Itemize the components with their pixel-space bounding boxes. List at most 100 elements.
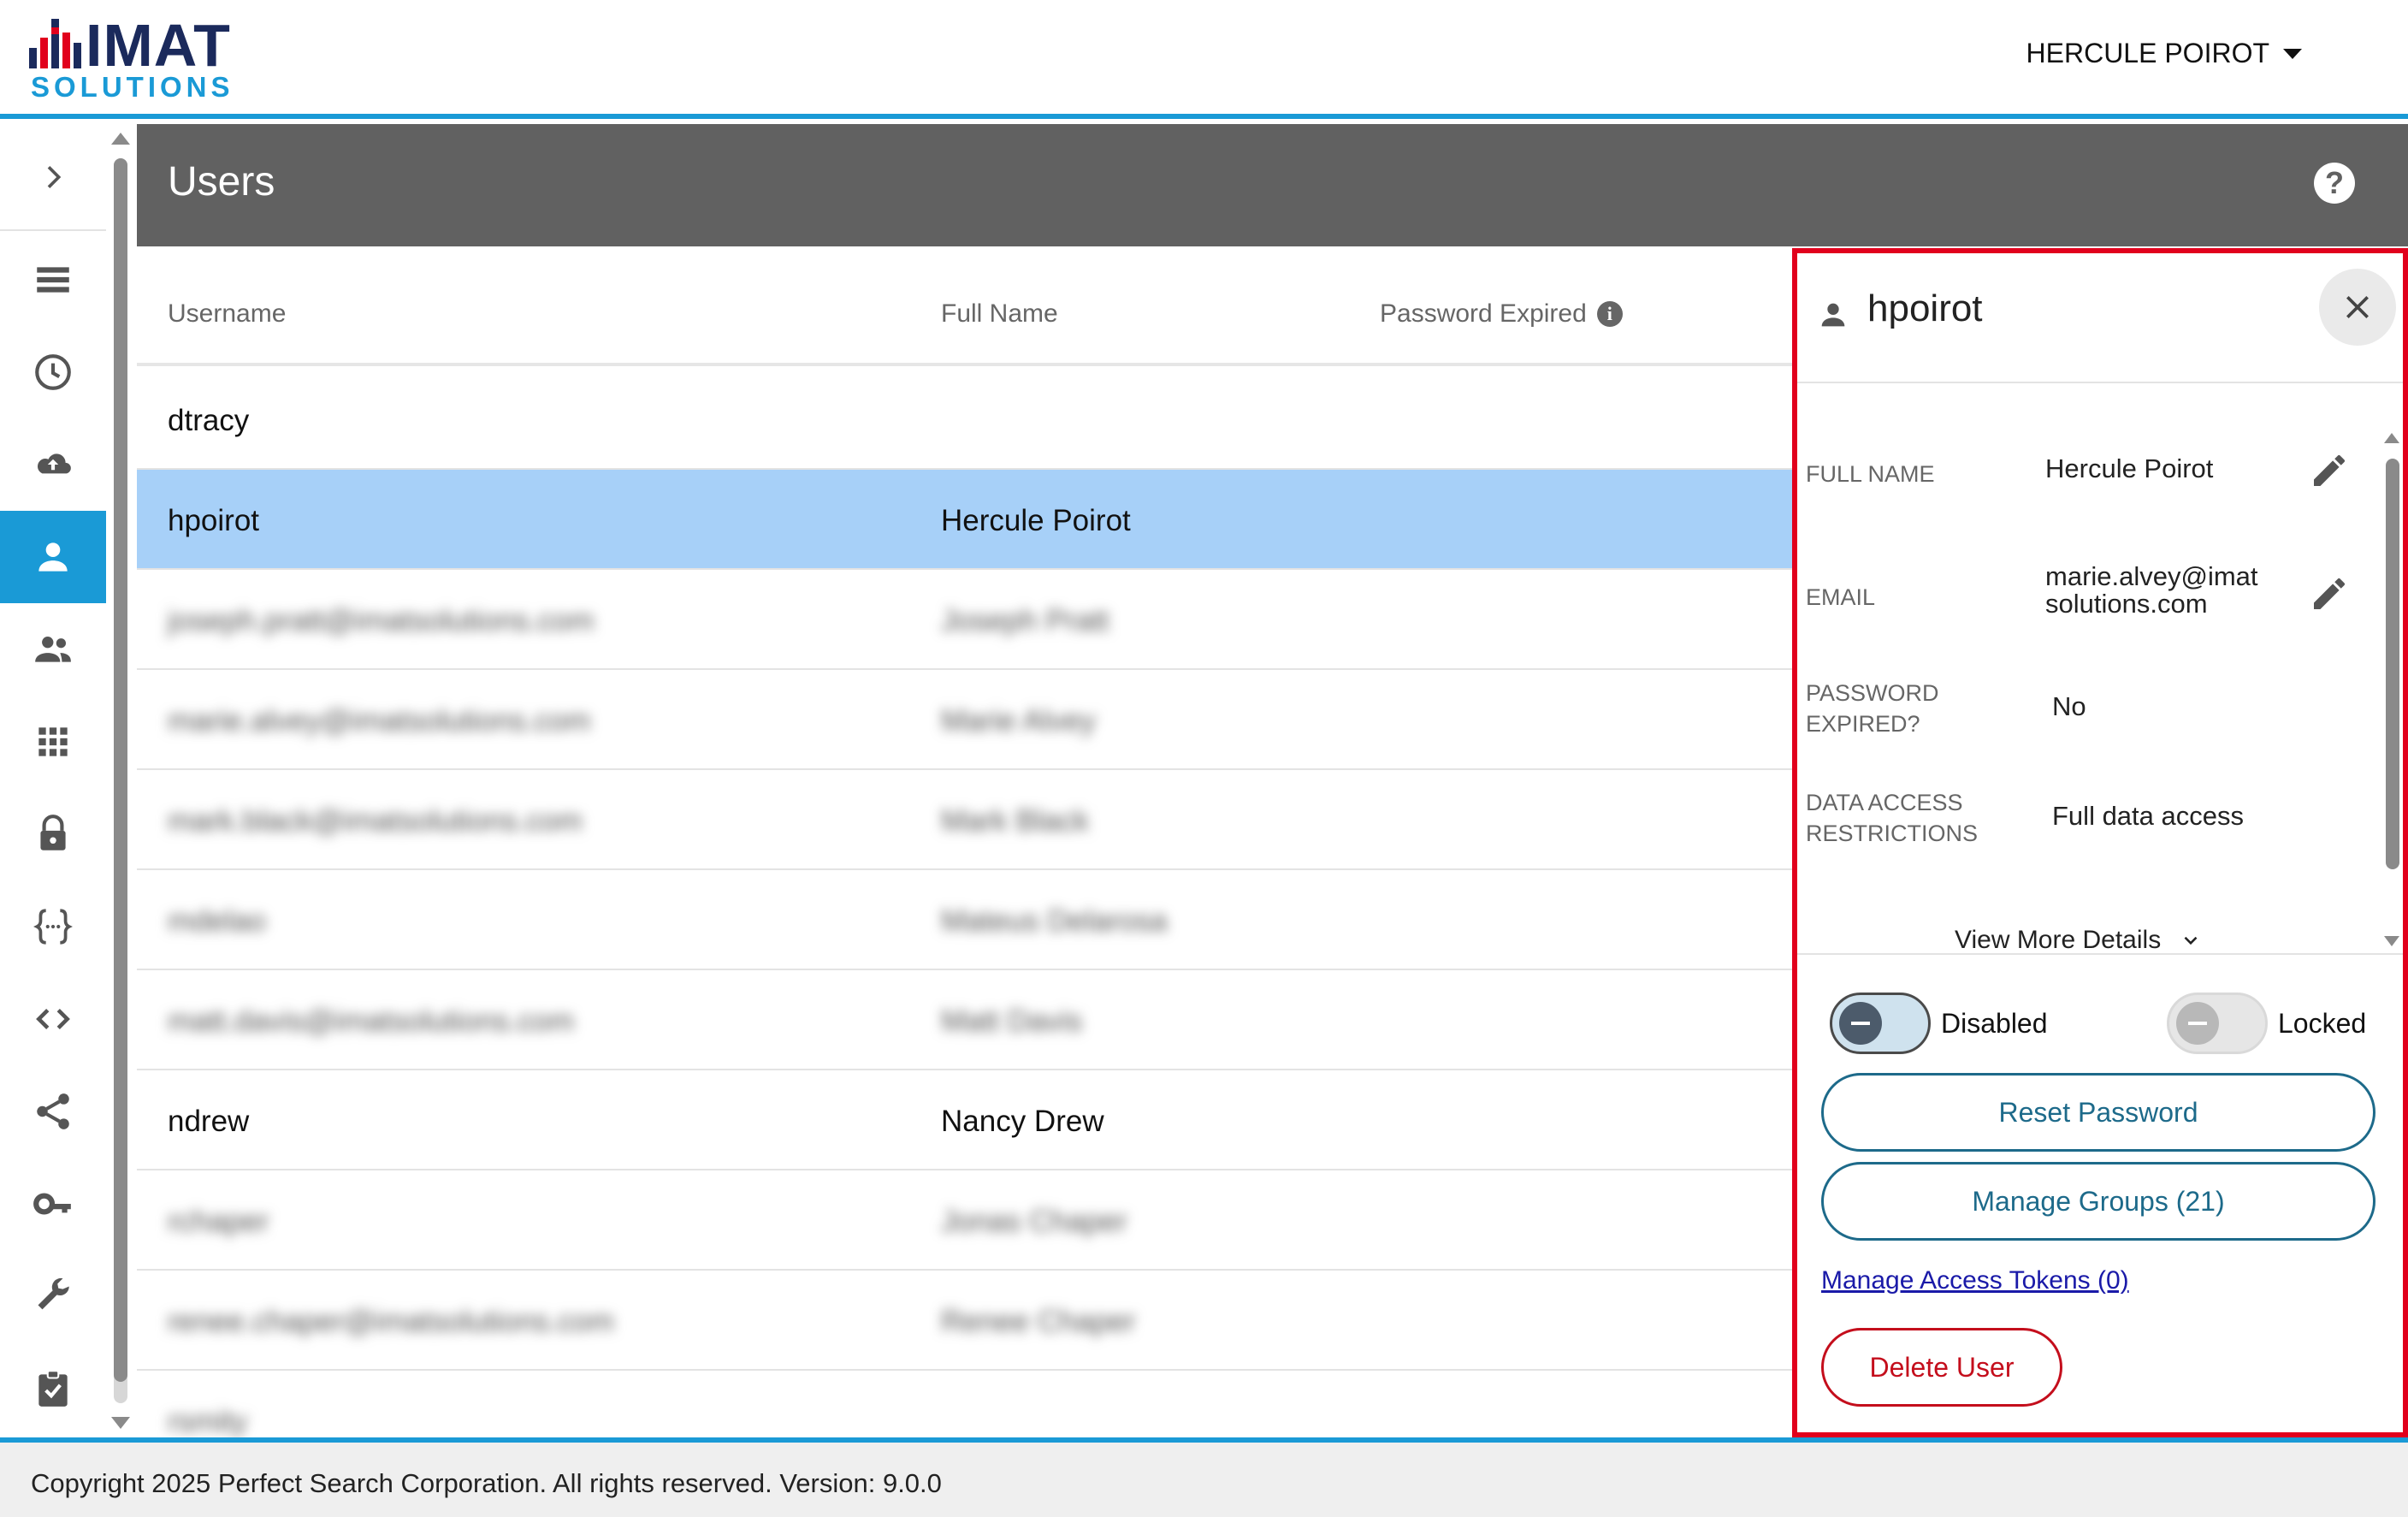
scroll-thumb[interactable] [2386,459,2399,869]
lock-icon [40,815,66,850]
cell-full-name: Hercule Poirot [941,504,1131,537]
cell-username: matt.davis@imatsolutions.com [168,1004,575,1038]
share-icon [37,1093,69,1129]
nav-item-security[interactable] [0,788,106,880]
nav-item-json[interactable] [0,880,106,973]
imat-logo[interactable]: IMAT SOLUTIONS [29,12,269,103]
chevron-down-icon [2184,936,2198,945]
cell-username: marie.alvey@imatsolutions.com [168,704,591,738]
close-icon [2346,296,2369,318]
code-icon [36,1008,70,1030]
nav-scrollbar[interactable] [111,133,130,1429]
person-icon [1821,303,1845,327]
column-header-password-expired[interactable]: Password Expired i [1380,299,1623,329]
user-menu-label: HERCULE POIROT [2026,38,2269,68]
table-row[interactable]: renee.chaper@imatsolutions.com Renee Cha… [137,1271,1792,1371]
clipboard-check-icon [38,1370,68,1407]
person-icon [38,542,68,572]
cell-username: renee.chaper@imatsolutions.com [168,1305,614,1338]
scroll-down-arrow-icon[interactable] [111,1417,130,1429]
manage-access-tokens-link[interactable]: Manage Access Tokens (0) [1821,1266,2129,1295]
nav-item-keys[interactable] [0,1158,106,1250]
help-icon[interactable]: ? [2314,163,2355,204]
nav-item-share[interactable] [0,1065,106,1158]
logo-text-bottom: SOLUTIONS [31,71,234,103]
toggle-label: Locked [2278,1007,2367,1039]
detail-label: FULL NAME [1806,461,1935,487]
scroll-thumb[interactable] [114,158,127,1382]
panel-username: hpoirot [1867,287,1983,329]
nav-item-groups[interactable] [0,603,106,696]
users-table: Username Full Name Password Expired i dt… [137,246,1792,1437]
clock-icon [35,354,71,390]
cell-username: hpoirot [168,504,260,537]
top-bar: IMAT SOLUTIONS HERCULE POIROT [0,0,2408,119]
group-icon [35,637,71,662]
caret-down-icon [2283,48,2302,59]
scroll-down-arrow-icon[interactable] [2384,936,2399,946]
logo-text-top: IMAT [86,12,231,79]
scroll-up-arrow-icon[interactable] [111,133,130,145]
table-row[interactable]: mark.black@imatsolutions.com Mark Black [137,770,1792,870]
nav-item-upload[interactable] [0,418,106,511]
cell-full-name: Mark Black [941,804,1090,838]
edit-pencil-icon[interactable] [2309,573,2350,614]
nav-item-history[interactable] [0,326,106,418]
locked-toggle[interactable]: Locked [2167,993,2366,1054]
minus-icon [1839,1002,1882,1045]
detail-label: DATA ACCESS RESTRICTIONS [1806,790,1979,846]
nav-item-tasks[interactable] [0,1342,106,1435]
delete-user-button[interactable]: Delete User [1821,1328,2062,1407]
disabled-toggle[interactable]: Disabled [1830,993,2048,1054]
cell-username: rchaper [168,1205,269,1238]
edit-pencil-icon[interactable] [2309,450,2350,491]
panel-header: hpoirot [1797,253,2403,383]
nav-item-code[interactable] [0,973,106,1065]
user-details: FULL NAME Hercule Poirot EMAIL marie.alv… [1797,387,2403,951]
cell-username: mdelao [168,904,266,938]
wrench-icon [38,1277,69,1310]
table-row[interactable]: ndrew Nancy Drew [137,1070,1792,1170]
view-more-details-button[interactable]: View More Details [1955,926,2202,951]
cell-username: mark.black@imatsolutions.com [168,804,583,838]
detail-label: EMAIL [1806,584,1876,610]
toggle-switch[interactable] [2167,993,2268,1054]
table-row[interactable]: joseph.pratt@imatsolutions.com Joseph Pr… [137,570,1792,670]
column-header-full-name[interactable]: Full Name [941,299,1058,329]
table-row[interactable]: rsmity [137,1371,1792,1437]
nav-item-apps[interactable] [0,696,106,788]
cloud-upload-icon [37,453,71,474]
table-row[interactable]: dtracy [137,370,1792,470]
panel-scrollbar[interactable] [2384,433,2401,946]
table-row-selected[interactable]: hpoirot Hercule Poirot [137,470,1792,570]
curly-braces-icon [33,909,73,945]
column-header-username[interactable]: Username [168,299,286,329]
table-row[interactable]: rchaper Jonas Chaper [137,1170,1792,1271]
expand-nav-button[interactable] [0,124,106,231]
nav-item-tools[interactable] [0,1250,106,1342]
page-title: Users [168,159,275,204]
toggle-switch[interactable] [1830,993,1931,1054]
reset-password-button[interactable]: Reset Password [1821,1073,2375,1152]
cell-full-name: Mateus Delarosa [941,904,1168,938]
key-icon [33,1193,71,1215]
cell-username: dtracy [168,404,250,437]
nav-item-users[interactable] [0,511,106,603]
toggle-label: Disabled [1941,1007,2048,1039]
info-icon[interactable]: i [1596,301,1623,327]
table-row[interactable]: marie.alvey@imatsolutions.com Marie Alve… [137,670,1792,770]
table-row[interactable]: mdelao Mateus Delarosa [137,870,1792,970]
nav-item-list[interactable] [0,234,106,326]
chevron-right-icon [47,165,62,188]
logo-bars-icon [29,19,81,68]
manage-groups-button[interactable]: Manage Groups (21) [1821,1162,2375,1241]
user-menu[interactable]: HERCULE POIROT [2026,38,2302,69]
user-detail-panel: hpoirot FULL NAME Hercule Poirot EMAIL m… [1792,248,2408,1437]
table-row[interactable]: matt.davis@imatsolutions.com Matt Davis [137,970,1792,1070]
footer: Copyright 2025 Perfect Search Corporatio… [0,1437,2408,1517]
scroll-up-arrow-icon[interactable] [2384,433,2399,443]
detail-value: No [2052,691,2086,721]
detail-label: PASSWORD EXPIRED? [1806,680,1939,737]
cell-full-name: Matt Davis [941,1004,1083,1038]
close-panel-button[interactable] [2319,269,2396,346]
